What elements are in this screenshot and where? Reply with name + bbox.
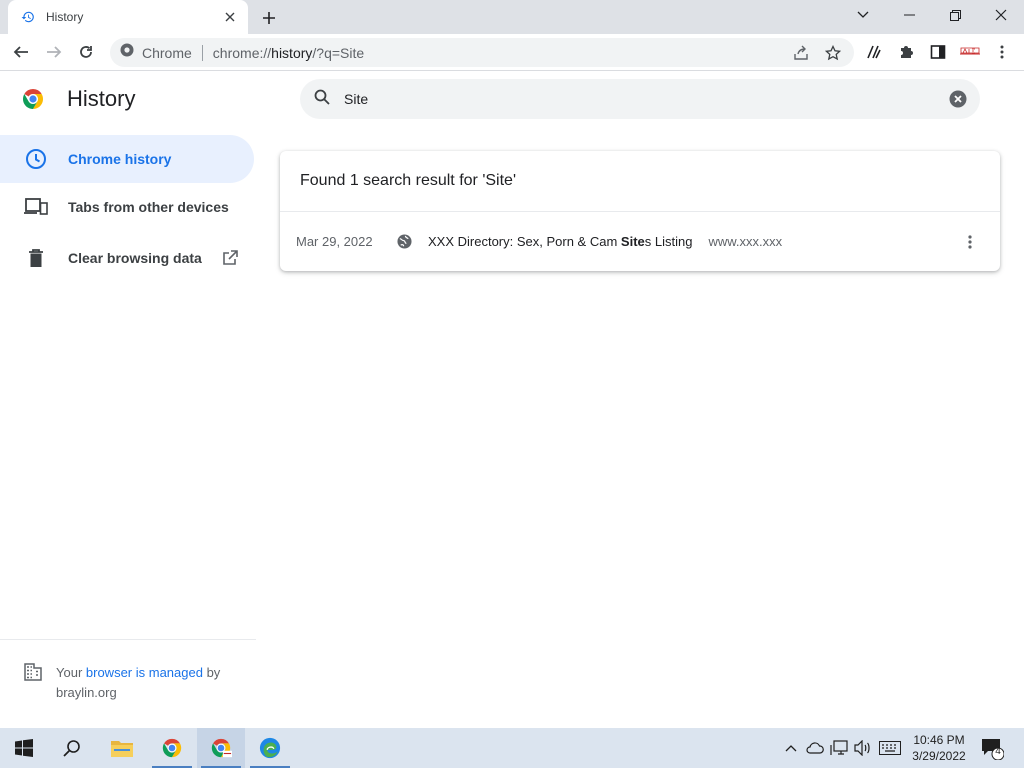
entry-title-match: Site xyxy=(620,234,645,249)
search-box[interactable] xyxy=(300,79,980,119)
sidebar-item-chrome-history[interactable]: Chrome history xyxy=(0,135,254,183)
entry-menu-kebab-icon[interactable] xyxy=(960,230,980,254)
browser-managed-link[interactable]: browser is managed xyxy=(86,665,203,680)
entry-title-link[interactable]: XXX Directory: Sex, Porn & Cam Sites Lis… xyxy=(428,234,692,249)
managed-notice: Your browser is managed by braylin.org xyxy=(24,663,236,703)
entry-domain: www.xxx.xxx xyxy=(708,234,783,249)
clock-time: 10:46 PM xyxy=(913,733,965,747)
url-text: chrome://history/?q=Site xyxy=(213,45,364,61)
volume-icon[interactable] xyxy=(851,728,875,768)
forward-button[interactable] xyxy=(41,39,67,65)
minimize-button[interactable] xyxy=(886,0,932,30)
sidebar-item-clear-browsing-data[interactable]: Clear browsing data xyxy=(0,234,254,282)
back-button[interactable] xyxy=(8,39,34,65)
taskbar-clock[interactable]: 10:46 PM 3/29/2022 xyxy=(906,732,972,764)
sidebar-item-label: Tabs from other devices xyxy=(68,199,229,215)
search-icon xyxy=(314,89,330,110)
globe-icon xyxy=(396,234,412,250)
entry-title-part: s Listing xyxy=(644,234,693,249)
url-prefix: chrome:// xyxy=(212,44,272,61)
edge-taskbar-icon[interactable] xyxy=(246,728,294,768)
reload-button[interactable] xyxy=(73,39,99,65)
onedrive-cloud-icon[interactable] xyxy=(803,728,827,768)
chrome-site-icon xyxy=(120,43,134,62)
chrome-logo-icon xyxy=(21,87,45,111)
sidebar-item-tabs-other-devices[interactable]: Tabs from other devices xyxy=(0,183,254,231)
url-host: history xyxy=(271,44,313,61)
restore-button[interactable] xyxy=(932,0,978,30)
keyboard-icon[interactable] xyxy=(878,728,902,768)
taskbar: 10:46 PM 3/29/2022 4 xyxy=(0,728,1024,768)
page-title: History xyxy=(67,86,136,111)
clear-search-icon[interactable] xyxy=(948,89,968,109)
file-explorer-icon[interactable] xyxy=(98,728,146,768)
results-card: Found 1 search result for 'Site' Mar 29,… xyxy=(280,151,1000,271)
chrome-taskbar-icon[interactable] xyxy=(148,728,196,768)
search-taskbar-icon[interactable] xyxy=(48,728,96,768)
close-tab-icon[interactable] xyxy=(222,9,238,25)
start-windows-icon[interactable] xyxy=(0,728,48,768)
sidebar-item-label: Chrome history xyxy=(68,151,172,167)
omnibox-divider xyxy=(201,44,203,61)
managed-prefix: Your xyxy=(56,665,86,680)
managed-text: Your browser is managed by braylin.org xyxy=(56,663,236,703)
tab-search-icon[interactable] xyxy=(840,0,886,30)
search-input[interactable] xyxy=(344,91,904,107)
close-window-button[interactable] xyxy=(978,0,1024,30)
history-icon xyxy=(20,9,36,25)
menu-kebab-icon[interactable] xyxy=(989,39,1015,65)
new-tab-button[interactable] xyxy=(258,7,280,29)
sidebar-divider xyxy=(0,639,256,640)
show-hidden-icons-chevron-icon[interactable] xyxy=(779,728,803,768)
notification-count: 4 xyxy=(995,746,1001,757)
profile-avatar-icon[interactable] xyxy=(957,39,983,65)
history-entry: Mar 29, 2022 XXX Directory: Sex, Porn & … xyxy=(280,212,1000,271)
chrome-profile-taskbar-icon[interactable] xyxy=(197,728,245,768)
tab-history[interactable]: History xyxy=(8,0,248,34)
sidebar-item-label: Clear browsing data xyxy=(68,250,202,266)
url-suffix: /?q=Site xyxy=(312,44,365,61)
side-panel-icon[interactable] xyxy=(925,39,951,65)
devices-icon xyxy=(24,195,48,219)
share-icon[interactable] xyxy=(790,42,812,64)
bookmark-star-icon[interactable] xyxy=(822,42,844,64)
site-label: Chrome xyxy=(142,44,192,61)
managed-org: braylin.org xyxy=(56,685,117,700)
tab-strip: History xyxy=(0,0,1024,34)
extensions-puzzle-icon[interactable] xyxy=(893,39,919,65)
toolbar: Chrome chrome://history/?q=Site xyxy=(0,34,1024,71)
clock-icon xyxy=(24,147,48,171)
entry-title-part: XXX Directory: Sex, Porn & Cam xyxy=(428,234,621,249)
notification-center-icon[interactable]: 4 xyxy=(980,736,1005,761)
results-summary: Found 1 search result for 'Site' xyxy=(280,151,1000,212)
extension-a-icon[interactable] xyxy=(861,39,887,65)
tab-title: History xyxy=(46,10,84,24)
building-icon xyxy=(24,663,42,703)
managed-suffix: by xyxy=(202,665,221,680)
trash-icon xyxy=(24,246,48,270)
address-bar[interactable]: Chrome chrome://history/?q=Site xyxy=(110,38,854,67)
network-icon[interactable] xyxy=(827,728,851,768)
open-in-new-icon xyxy=(222,249,240,267)
entry-date: Mar 29, 2022 xyxy=(296,234,373,249)
clock-date: 3/29/2022 xyxy=(912,749,966,763)
